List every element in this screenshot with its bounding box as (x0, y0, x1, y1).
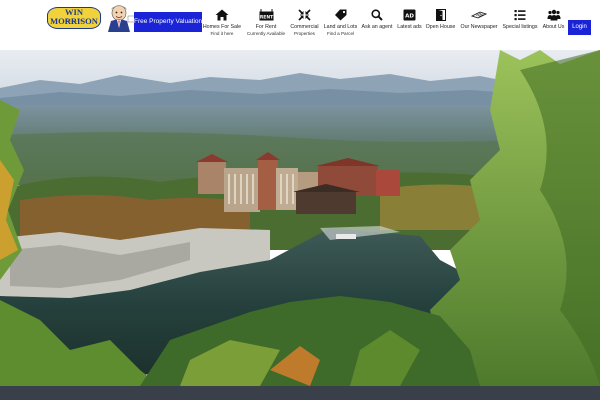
nav-label: Our Newspaper (460, 24, 498, 30)
nav-ask-an-agent[interactable]: Ask an agent (360, 9, 394, 31)
newspaper-icon (471, 11, 487, 19)
nav-label: Homes For Sale (202, 24, 242, 30)
nav-label: Latest ads (397, 24, 422, 30)
svg-text:RENT: RENT (259, 15, 273, 21)
nav-label: Special listings (502, 24, 538, 30)
landscape-photo-icon (0, 50, 600, 386)
users-icon (547, 9, 560, 21)
site-logo[interactable]: WIN MORRISON REALTY (47, 4, 136, 32)
nav-open-house[interactable]: Open House (424, 9, 457, 31)
svg-text:AD: AD (405, 14, 414, 20)
nav-for-rent[interactable]: RENT For Rent Currently Available (244, 9, 288, 37)
logo-sub-text: REALTY (65, 18, 83, 23)
nav-land-and-lots[interactable]: Land and Lots Find a Parcel (322, 9, 359, 37)
nav-sublabel: Currently Available (246, 31, 286, 36)
footer-bar (0, 386, 600, 400)
nav-label: About Us (542, 24, 565, 30)
mascot-figure-icon (108, 5, 136, 32)
site-header: WIN MORRISON REALTY Free Property Valuat… (0, 0, 600, 44)
nav-about-us[interactable]: About Us (540, 9, 567, 31)
for-rent-sign-icon: RENT (259, 9, 274, 21)
search-icon (371, 9, 383, 21)
login-button[interactable]: Login (568, 20, 591, 35)
ad-badge-icon: AD (403, 9, 416, 21)
nav-commercial[interactable]: Commercial Properties (288, 9, 321, 37)
free-valuation-button[interactable]: Free Property Valuation (134, 12, 202, 32)
nav-label: Commercial (290, 24, 319, 30)
nav-sublabel: Properties (294, 31, 315, 36)
door-icon (435, 9, 446, 21)
nav-homes-for-sale[interactable]: Homes For Sale Find it here (202, 9, 242, 37)
nav-label: For Rent (255, 24, 277, 30)
compress-arrows-icon (298, 9, 311, 21)
nav-sublabel: Find a Parcel (326, 31, 355, 36)
home-icon (215, 9, 229, 21)
nav-special-listings[interactable]: Special listings (501, 9, 539, 31)
logo-brand-text: WIN MORRISON (50, 7, 98, 26)
nav-sublabel: Find it here (210, 31, 234, 36)
nav-label: Open House (425, 24, 456, 30)
nav-latest-ads[interactable]: AD Latest ads (395, 9, 424, 31)
nav-label: Land and Lots (323, 24, 358, 30)
nav-label: Ask an agent (361, 24, 393, 30)
nav-our-newspaper[interactable]: Our Newspaper (458, 9, 500, 31)
tag-icon (335, 9, 347, 21)
hero-image (0, 50, 600, 386)
list-icon (514, 10, 526, 21)
